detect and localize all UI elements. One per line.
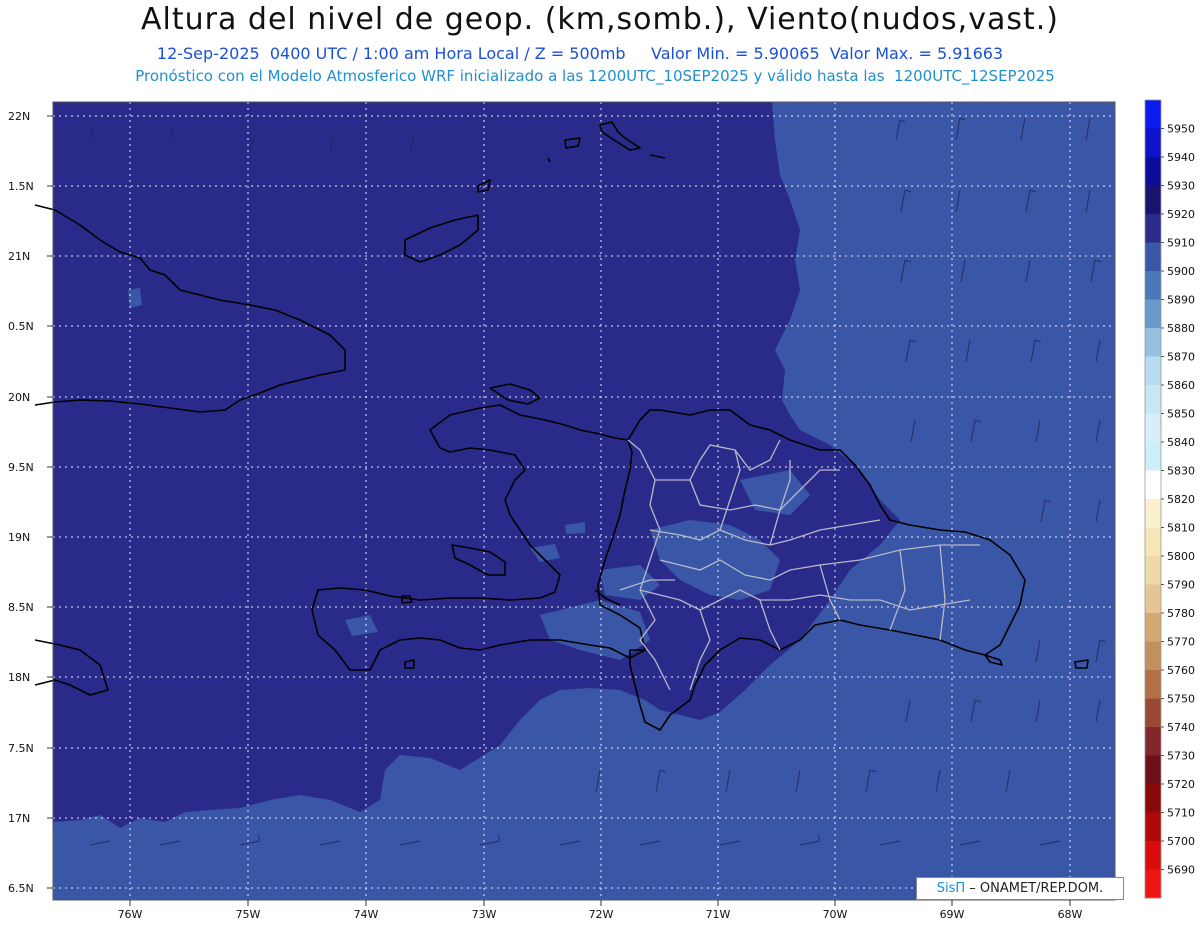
colorbar-label: 5830 (1167, 465, 1195, 478)
colorbar-swatch (1145, 356, 1161, 386)
colorbar-label: 5710 (1167, 807, 1195, 820)
colorbar-swatch (1145, 214, 1161, 243)
colorbar-swatch (1145, 499, 1161, 528)
colorbar-swatch (1145, 157, 1161, 186)
colorbar-label: 5760 (1167, 664, 1195, 677)
lat-label: 6.5N (8, 882, 34, 895)
colorbar-label: 5920 (1167, 208, 1195, 221)
lat-label: 17N (8, 812, 30, 825)
weather-map: 22N 1.5N 21N 0.5N 20N 9.5N 19N 8.5N 18N … (8, 99, 1195, 921)
latitude-axis: 22N 1.5N 21N 0.5N 20N 9.5N 19N 8.5N 18N … (8, 110, 34, 895)
colorbar-label: 5800 (1167, 550, 1195, 563)
colorbar-swatch (1145, 385, 1161, 414)
colorbar-label: 5700 (1167, 835, 1195, 848)
colorbar-swatch (1145, 670, 1161, 699)
lat-label: 9.5N (8, 461, 34, 474)
colorbar-swatch (1145, 784, 1161, 813)
colorbar-swatch (1145, 613, 1161, 642)
colorbar-label: 5690 (1167, 864, 1195, 877)
colorbar-label: 5860 (1167, 379, 1195, 392)
colorbar-swatch (1145, 128, 1161, 158)
lat-label: 20N (8, 391, 30, 404)
lat-label: 22N (8, 110, 30, 123)
colorbar-label: 5730 (1167, 750, 1195, 763)
lon-label: 72W (589, 908, 614, 921)
lat-label: 7.5N (8, 742, 34, 755)
colorbar-label: 5850 (1167, 408, 1195, 421)
colorbar-label: 5880 (1167, 322, 1195, 335)
lat-label: 18N (8, 671, 30, 684)
credit-text: – ONAMET/REP.DOM. (965, 881, 1104, 896)
colorbar-swatch (1145, 641, 1161, 671)
colorbar-label: 5900 (1167, 265, 1195, 278)
colorbar-swatch (1145, 413, 1161, 443)
colorbar-swatch (1145, 584, 1161, 614)
colorbar-label: 5890 (1167, 294, 1195, 307)
colorbar-swatch (1145, 841, 1161, 870)
colorbar-swatch (1145, 869, 1161, 899)
colorbar-label: 5820 (1167, 493, 1195, 506)
lon-label: 71W (706, 908, 731, 921)
colorbar: 5950 5940 5930 5920 5910 5900 5890 5880 5870 5860… (1144, 99, 1195, 899)
colorbar-label: 5910 (1167, 237, 1195, 250)
colorbar-swatch (1145, 442, 1161, 471)
colorbar-swatch (1145, 698, 1161, 728)
colorbar-swatch (1145, 556, 1161, 585)
colorbar-label: 5720 (1167, 778, 1195, 791)
sispi-logo: SisΠ (936, 881, 966, 896)
colorbar-label: 5740 (1167, 721, 1195, 734)
longitude-axis: 76W 75W 74W 73W 72W 71W 70W 69W 68W (118, 908, 1083, 921)
colorbar-label: 5750 (1167, 693, 1195, 706)
lat-label: 0.5N (8, 320, 34, 333)
colorbar-swatch (1145, 470, 1161, 500)
colorbar-swatch (1145, 755, 1161, 785)
colorbar-label: 5930 (1167, 180, 1195, 193)
colorbar-swatch (1145, 100, 1161, 129)
colorbar-swatch (1145, 328, 1161, 357)
lon-label: 68W (1058, 908, 1083, 921)
colorbar-label: 5940 (1167, 151, 1195, 164)
colorbar-label: 5810 (1167, 522, 1195, 535)
colorbar-swatch (1145, 185, 1161, 215)
lon-label: 70W (823, 908, 848, 921)
colorbar-label: 5780 (1167, 607, 1195, 620)
colorbar-swatch (1145, 812, 1161, 842)
colorbar-label: 5770 (1167, 636, 1195, 649)
lat-label: 1.5N (8, 180, 34, 193)
colorbar-swatch (1145, 727, 1161, 756)
colorbar-swatch (1145, 242, 1161, 272)
colorbar-label: 5790 (1167, 579, 1195, 592)
credit-box: SisΠ – ONAMET/REP.DOM. (916, 877, 1124, 900)
lon-label: 74W (354, 908, 379, 921)
colorbar-swatch (1145, 271, 1161, 300)
lon-label: 76W (118, 908, 143, 921)
lat-label: 19N (8, 531, 30, 544)
colorbar-swatch (1145, 299, 1161, 329)
colorbar-label: 5840 (1167, 436, 1195, 449)
colorbar-label: 5950 (1167, 123, 1195, 136)
colorbar-label: 5870 (1167, 351, 1195, 364)
lon-label: 69W (940, 908, 965, 921)
lon-label: 73W (472, 908, 497, 921)
lat-label: 8.5N (8, 601, 34, 614)
inland-patch (128, 288, 142, 308)
colorbar-swatch (1145, 527, 1161, 557)
lat-label: 21N (8, 250, 30, 263)
lon-label: 75W (236, 908, 261, 921)
